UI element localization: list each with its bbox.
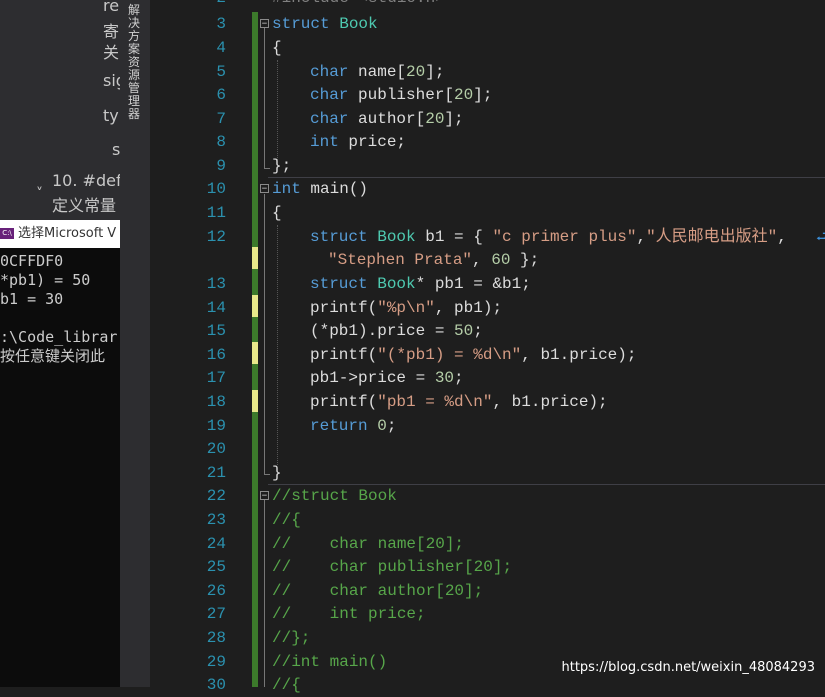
line-number: 28 xyxy=(206,629,226,647)
code-line[interactable]: int price; xyxy=(310,130,406,154)
line-number: 21 xyxy=(206,464,226,482)
line-number: 30 xyxy=(206,676,226,694)
panel-fragment: 定义常量 xyxy=(52,196,117,215)
panel-fragment: 关 xyxy=(103,43,120,62)
code-line[interactable]: // char publisher[20]; xyxy=(272,555,512,579)
console-line: 按任意键关闭此 xyxy=(0,347,106,365)
solution-explorer-tab[interactable]: 解决方案资源管理器 xyxy=(120,0,150,687)
change-indicator-unsaved xyxy=(252,342,258,364)
word-wrap-icon: ⮐ xyxy=(816,229,825,245)
fold-line xyxy=(264,168,270,169)
line-number: 7 xyxy=(216,110,226,128)
line-number: 4 xyxy=(216,39,226,57)
line-number: 5 xyxy=(216,63,226,81)
chevron-down-icon[interactable]: ˅ xyxy=(36,186,43,202)
line-number: 27 xyxy=(206,605,226,623)
code-line[interactable]: (*pb1).price = 50; xyxy=(310,319,483,343)
code-line[interactable]: char author[20]; xyxy=(310,107,464,131)
line-number: 17 xyxy=(206,369,226,387)
change-indicator-unsaved xyxy=(252,247,258,269)
panel-fragment: s xyxy=(112,140,120,159)
line-number: 6 xyxy=(216,86,226,104)
fold-line xyxy=(264,28,265,168)
indent-guide xyxy=(277,60,278,160)
fold-collapse-icon[interactable]: − xyxy=(260,491,269,501)
line-number: 11 xyxy=(206,204,226,222)
code-line[interactable]: char name[20]; xyxy=(310,60,444,84)
code-line[interactable]: int main() xyxy=(272,177,368,201)
console-line: :\Code_librar xyxy=(0,328,118,346)
line-number: 20 xyxy=(206,440,226,458)
fold-collapse-icon[interactable]: − xyxy=(260,184,269,194)
editor-margin xyxy=(150,0,180,687)
console-line: 0CFFDF0 xyxy=(0,252,64,270)
console-line: b1 = 30 xyxy=(0,290,64,308)
background-panel: re 寄 关 sig typ s 10. #defi 定义常量 ˅ xyxy=(0,0,120,220)
line-number: 18 xyxy=(206,393,226,411)
fold-collapse-icon[interactable]: − xyxy=(260,19,269,29)
code-line-partial: #include <stdio.h> xyxy=(272,0,445,10)
line-number: 13 xyxy=(206,275,226,293)
line-number: 12 xyxy=(206,228,226,246)
code-line[interactable]: struct Book b1 = { "c primer plus","人民邮电… xyxy=(310,225,787,249)
line-number: 24 xyxy=(206,535,226,553)
indent-guide xyxy=(277,225,278,465)
console-titlebar[interactable]: C:\ 选择Microsoft V xyxy=(0,220,120,248)
code-line[interactable]: { xyxy=(272,201,282,225)
code-line[interactable]: }; xyxy=(272,154,291,178)
line-number: 8 xyxy=(216,133,226,151)
code-line[interactable]: // char author[20]; xyxy=(272,579,483,603)
line-number: 16 xyxy=(206,346,226,364)
panel-fragment: typ xyxy=(103,106,120,125)
fold-line xyxy=(264,194,265,474)
solution-explorer-label: 解决方案资源管理器 xyxy=(128,3,141,121)
line-number: 19 xyxy=(206,417,226,435)
code-line[interactable]: //struct Book xyxy=(272,484,397,508)
watermark-url: https://blog.csdn.net/weixin_48084293 xyxy=(561,660,815,675)
code-line[interactable]: return 0; xyxy=(310,414,396,438)
change-indicator-unsaved xyxy=(252,295,258,317)
line-number: 9 xyxy=(216,157,226,175)
code-line[interactable]: printf("(*pb1) = %d\n", b1.price); xyxy=(310,343,636,367)
line-number: 2 xyxy=(180,0,226,10)
console-line: *pb1) = 50 xyxy=(0,271,91,289)
line-number: 14 xyxy=(206,299,226,317)
code-line[interactable]: // int price; xyxy=(272,602,426,626)
panel-fragment: sig xyxy=(103,71,120,90)
code-line[interactable]: pb1->price = 30; xyxy=(310,366,464,390)
code-line[interactable]: } xyxy=(272,461,282,485)
line-number: 26 xyxy=(206,582,226,600)
code-editor[interactable]: #include <stdio.h> 2 − − − 3 4 5 6 7 8 9… xyxy=(180,0,825,694)
line-number: 29 xyxy=(206,653,226,671)
change-indicator-unsaved xyxy=(252,390,258,412)
code-line[interactable]: struct Book* pb1 = &b1; xyxy=(310,272,531,296)
code-line[interactable]: char publisher[20]; xyxy=(310,83,492,107)
line-number: 15 xyxy=(206,322,226,340)
code-line[interactable]: // char name[20]; xyxy=(272,532,464,556)
panel-fragment: re xyxy=(103,0,120,15)
console-window[interactable]: C:\ 选择Microsoft V 0CFFDF0 *pb1) = 50 b1 =… xyxy=(0,220,120,687)
fold-line xyxy=(264,500,265,687)
code-line[interactable]: struct Book xyxy=(272,12,378,36)
code-line[interactable]: printf("%p\n", pb1); xyxy=(310,296,502,320)
line-number: 22 xyxy=(206,487,226,505)
code-line[interactable]: printf("pb1 = %d\n", b1.price); xyxy=(310,390,608,414)
code-line[interactable]: //}; xyxy=(272,626,310,650)
line-number: 10 xyxy=(206,180,226,198)
panel-fragment: 10. #defi xyxy=(52,171,120,190)
code-line[interactable]: { xyxy=(272,36,282,60)
code-line-wrapped[interactable]: "Stephen Prata", 60 }; xyxy=(328,248,539,272)
code-line[interactable]: //{ xyxy=(272,673,301,697)
line-number: 25 xyxy=(206,558,226,576)
code-line[interactable]: //int main() xyxy=(272,650,387,674)
console-title-text: 选择Microsoft V xyxy=(18,226,117,241)
code-line[interactable]: //{ xyxy=(272,508,301,532)
fold-line xyxy=(264,474,270,475)
line-number: 23 xyxy=(206,511,226,529)
line-number: 3 xyxy=(216,15,226,33)
vs-app-icon: C:\ xyxy=(0,228,14,239)
